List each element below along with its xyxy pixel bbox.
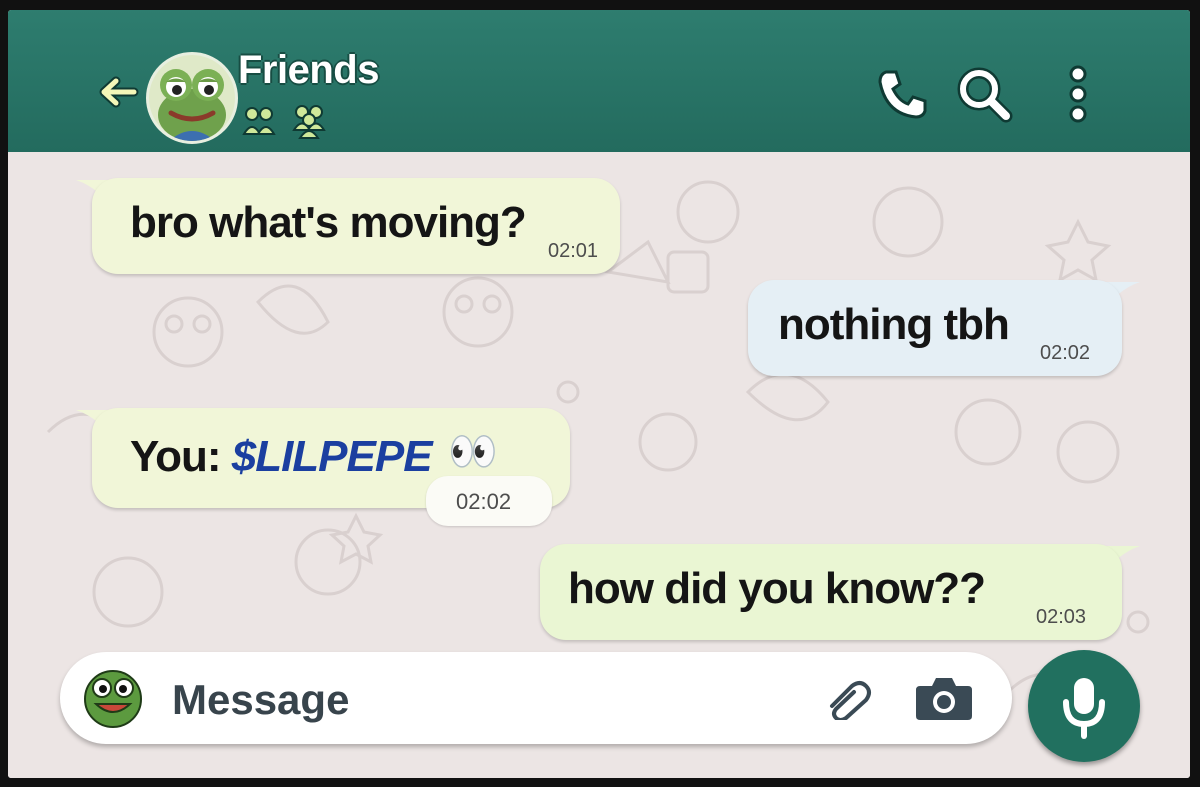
message-time-pill: 02:02 xyxy=(426,476,552,526)
message-composer[interactable]: Message xyxy=(60,652,1012,744)
message-bubble-incoming[interactable]: bro what's moving? 02:01 xyxy=(92,178,620,274)
search-icon[interactable] xyxy=(954,64,1014,124)
group-avatar[interactable] xyxy=(146,52,238,144)
message-input[interactable]: Message xyxy=(172,676,349,724)
message-time: 02:02 xyxy=(456,489,512,514)
eyes-emoji-icon: 👀 xyxy=(448,430,498,474)
phone-icon[interactable] xyxy=(872,64,932,124)
ticker-link[interactable]: $LILPEPE xyxy=(232,432,433,481)
chat-title[interactable]: Friends xyxy=(238,48,379,93)
group-members-icon xyxy=(242,105,326,139)
camera-icon[interactable] xyxy=(914,674,974,722)
back-arrow-icon[interactable] xyxy=(96,70,140,114)
message-bubble-outgoing[interactable]: nothing tbh 02:02 xyxy=(748,280,1122,376)
voice-record-button[interactable] xyxy=(1028,650,1140,762)
message-text: nothing tbh xyxy=(778,300,1010,349)
chat-window: Friends bro what's moving? 02:01 nothing… xyxy=(8,10,1190,778)
message-time: 02:02 xyxy=(1040,342,1091,364)
message-text: how did you know?? xyxy=(568,564,986,613)
message-text: bro what's moving? xyxy=(130,198,527,247)
message-time: 02:01 xyxy=(548,240,599,262)
message-bubble-outgoing[interactable]: how did you know?? 02:03 xyxy=(540,544,1122,640)
message-time: 02:03 xyxy=(1036,606,1087,628)
frog-avatar-icon xyxy=(158,69,226,141)
mic-icon xyxy=(1063,678,1105,739)
message-text: You: $LILPEPE xyxy=(130,432,433,482)
more-vertical-icon[interactable] xyxy=(1048,64,1108,124)
message-prefix: You: xyxy=(130,432,232,481)
chat-header: Friends xyxy=(8,10,1190,152)
attach-icon[interactable] xyxy=(824,678,874,720)
sticker-frog-icon[interactable] xyxy=(82,666,144,728)
